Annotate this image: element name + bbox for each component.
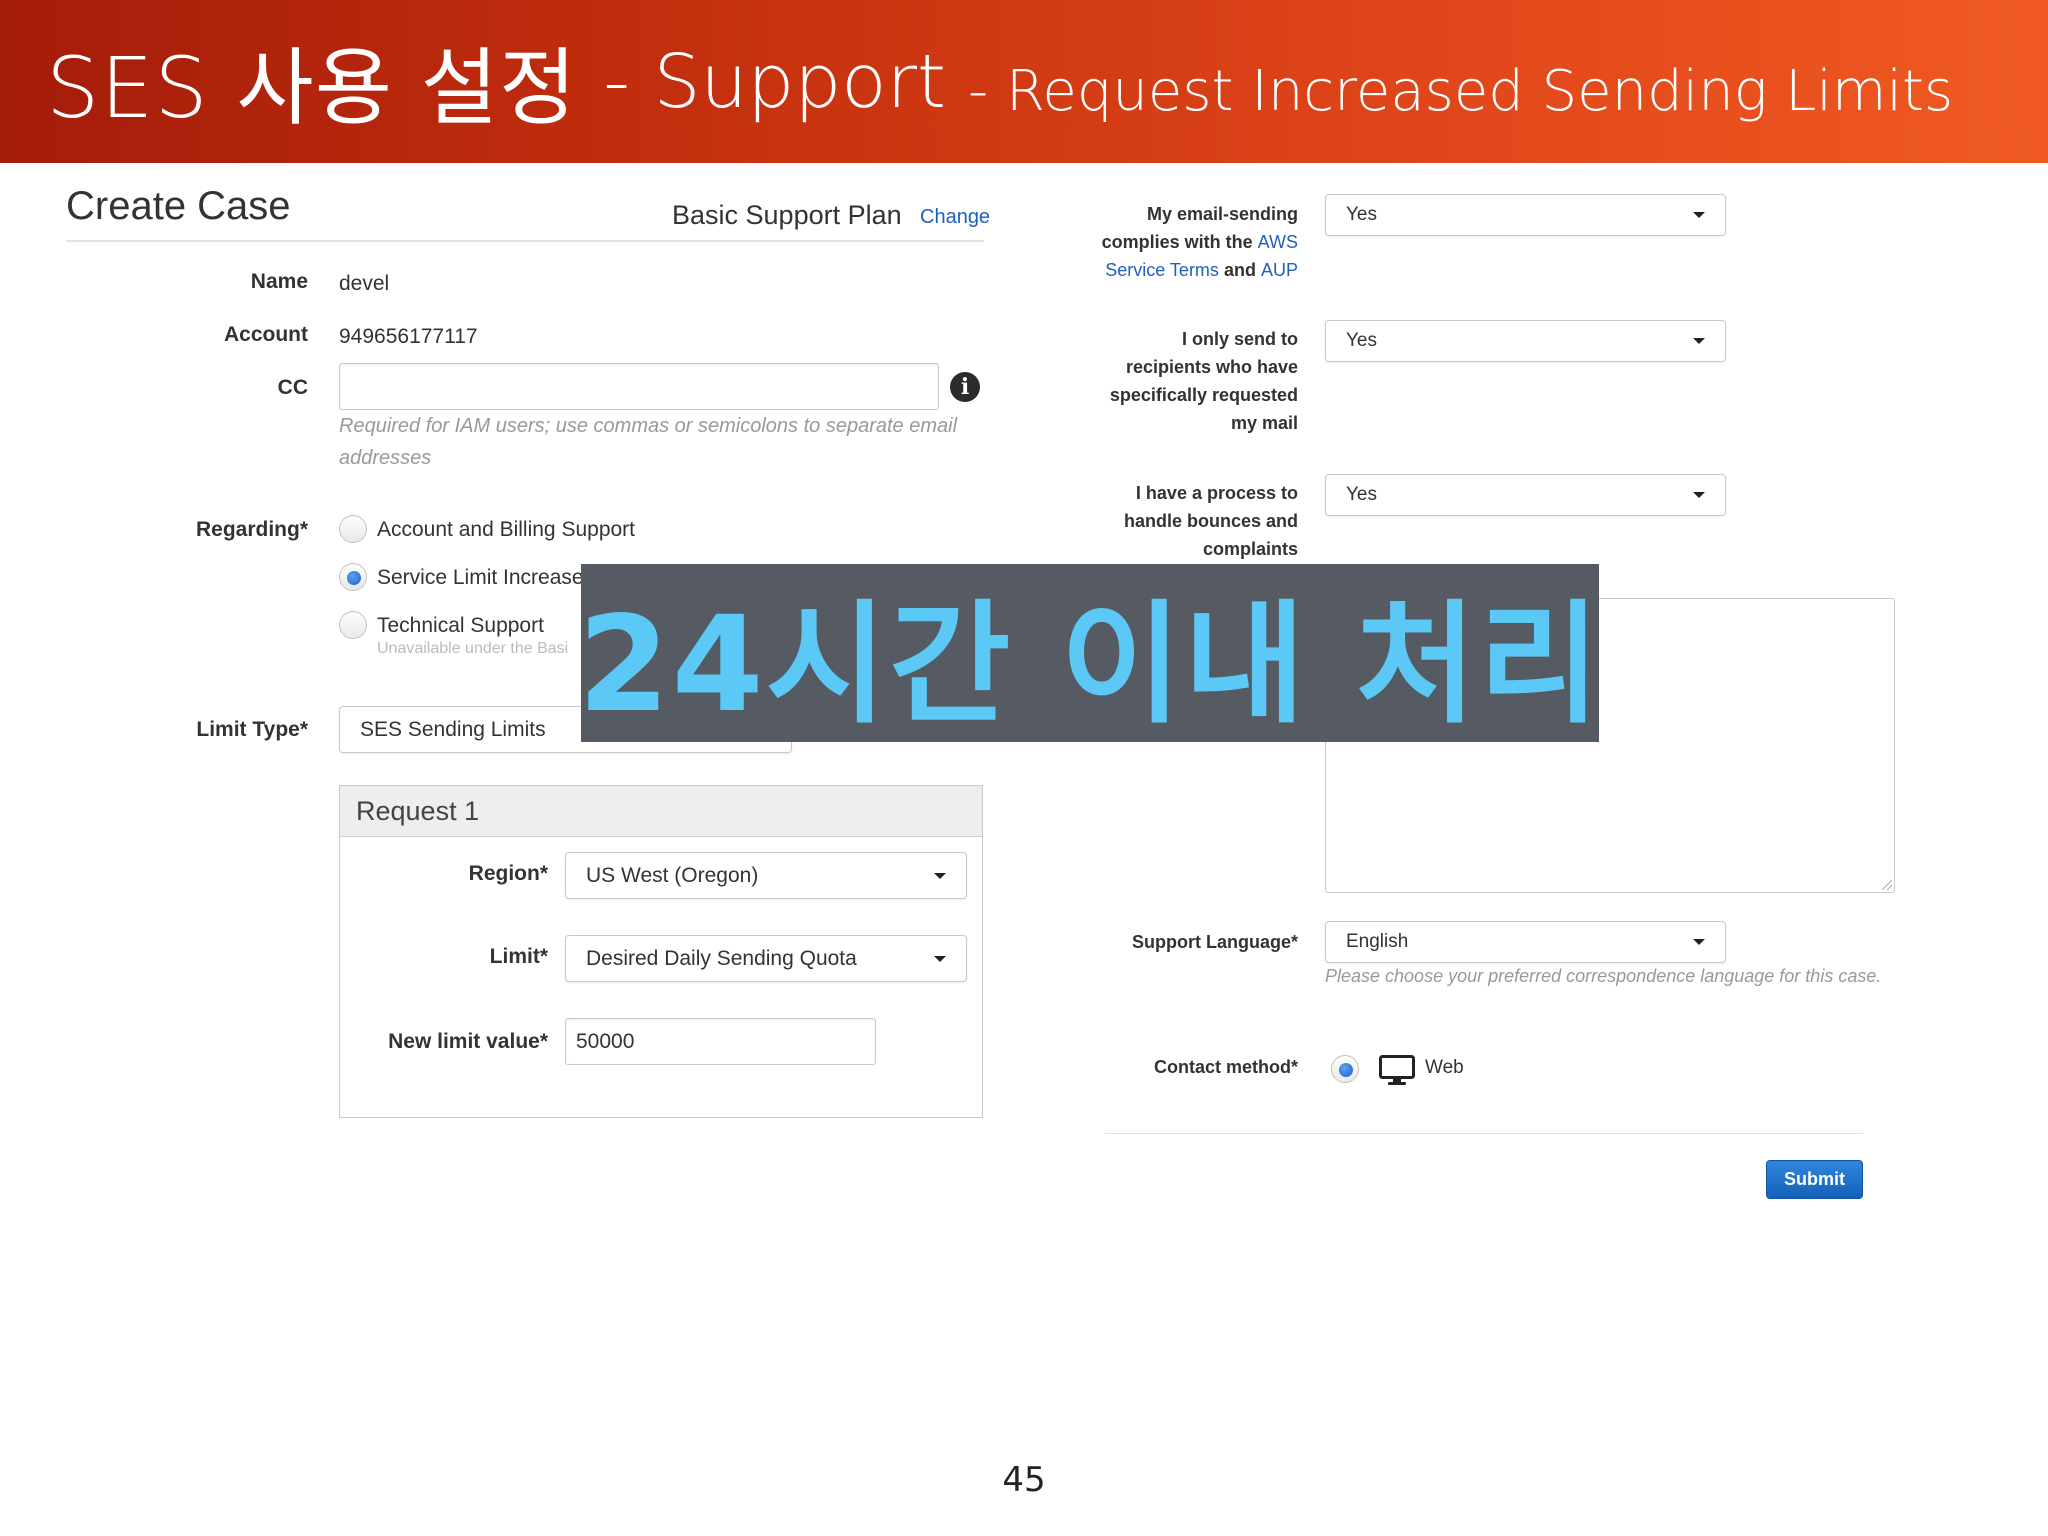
resize-grip-icon[interactable] [1882,880,1892,890]
radio-contact-web[interactable] [1331,1055,1359,1083]
compliance-q3-value: Yes [1346,484,1377,505]
slide-title-main: SES 사용 설정 [46,39,578,137]
contact-method-value: Web [1425,1057,1464,1078]
compliance-q2-select[interactable]: Yes [1325,320,1726,362]
support-plan-label: Basic Support Plan [672,200,902,230]
option-technical-support-label: Technical Support [377,614,544,637]
service-terms-link[interactable]: Service Terms [1105,260,1219,280]
request-panel: Request 1 Region* US West (Oregon) Limit… [339,785,983,1118]
cc-hint: Required for IAM users; use commas or se… [339,415,958,469]
page-title: Create Case [66,184,291,228]
slide-header: SES 사용 설정 - Support - Request Increased … [0,0,2048,163]
chevron-down-icon [1693,338,1705,344]
radio-account-billing[interactable] [339,515,367,543]
technical-support-note: Unavailable under the Basi [377,640,569,657]
regarding-label: Regarding* [195,518,308,541]
region-value: US West (Oregon) [586,863,759,887]
option-account-billing-label: Account and Billing Support [377,518,635,541]
support-language-value: English [1346,931,1409,952]
monitor-icon [1379,1055,1415,1085]
limit-value: Desired Daily Sending Quota [586,946,857,970]
region-label: Region* [468,862,548,885]
slide-title-sub: - Request Increased Sending Limits [968,59,1954,124]
cc-input[interactable] [339,363,939,410]
change-plan-link[interactable]: Change [920,206,990,229]
compliance-q2-value: Yes [1346,330,1377,351]
support-language-select[interactable]: English [1325,921,1726,963]
chevron-down-icon [1693,492,1705,498]
name-label: Name [250,270,308,293]
aws-link[interactable]: AWS [1258,232,1298,252]
compliance-q1-select[interactable]: Yes [1325,194,1726,236]
compliance-q3-select[interactable]: Yes [1325,474,1726,516]
new-limit-label: New limit value* [388,1030,548,1053]
limit-label: Limit* [489,945,548,968]
limit-type-label: Limit Type* [196,718,308,741]
limit-select[interactable]: Desired Daily Sending Quota [565,935,967,982]
radio-technical-support[interactable] [339,611,367,639]
page-number: 45 [1002,1460,1046,1500]
submit-button[interactable]: Submit [1766,1160,1863,1199]
region-select[interactable]: US West (Oregon) [565,852,967,899]
radio-service-limit[interactable] [339,563,367,591]
support-language-label: Support Language* [1132,932,1298,952]
new-limit-input[interactable]: 50000 [565,1018,876,1065]
overlay-banner: 24시간 이내 처리 [578,564,1600,742]
title-divider [66,240,984,242]
limit-type-value: SES Sending Limits [360,717,546,741]
option-service-limit-label: Service Limit Increase [377,566,584,589]
request-panel-title: Request 1 [340,786,982,837]
compliance-q3-label: I have a process to handle bounces and c… [1123,483,1298,559]
cc-label: CC [277,376,308,399]
chevron-down-icon [1693,212,1705,218]
name-value: devel [339,272,390,295]
chevron-down-icon [934,955,946,962]
slide-title-separator: - Support [603,38,947,125]
chevron-down-icon [1693,939,1705,945]
form-divider [1105,1133,1863,1134]
chevron-down-icon [934,872,946,879]
info-icon[interactable]: i [950,372,980,402]
aup-link[interactable]: AUP [1261,260,1298,280]
compliance-q1-label: My email-sending complies with the AWS S… [1101,204,1298,280]
contact-method-label: Contact method* [1154,1057,1298,1077]
account-label: Account [224,323,308,346]
support-language-hint: Please choose your preferred corresponde… [1325,966,1882,986]
compliance-q2-label: I only send to recipients who have speci… [1109,329,1298,433]
account-value: 949656177117 [339,325,478,348]
compliance-q1-value: Yes [1346,204,1377,225]
